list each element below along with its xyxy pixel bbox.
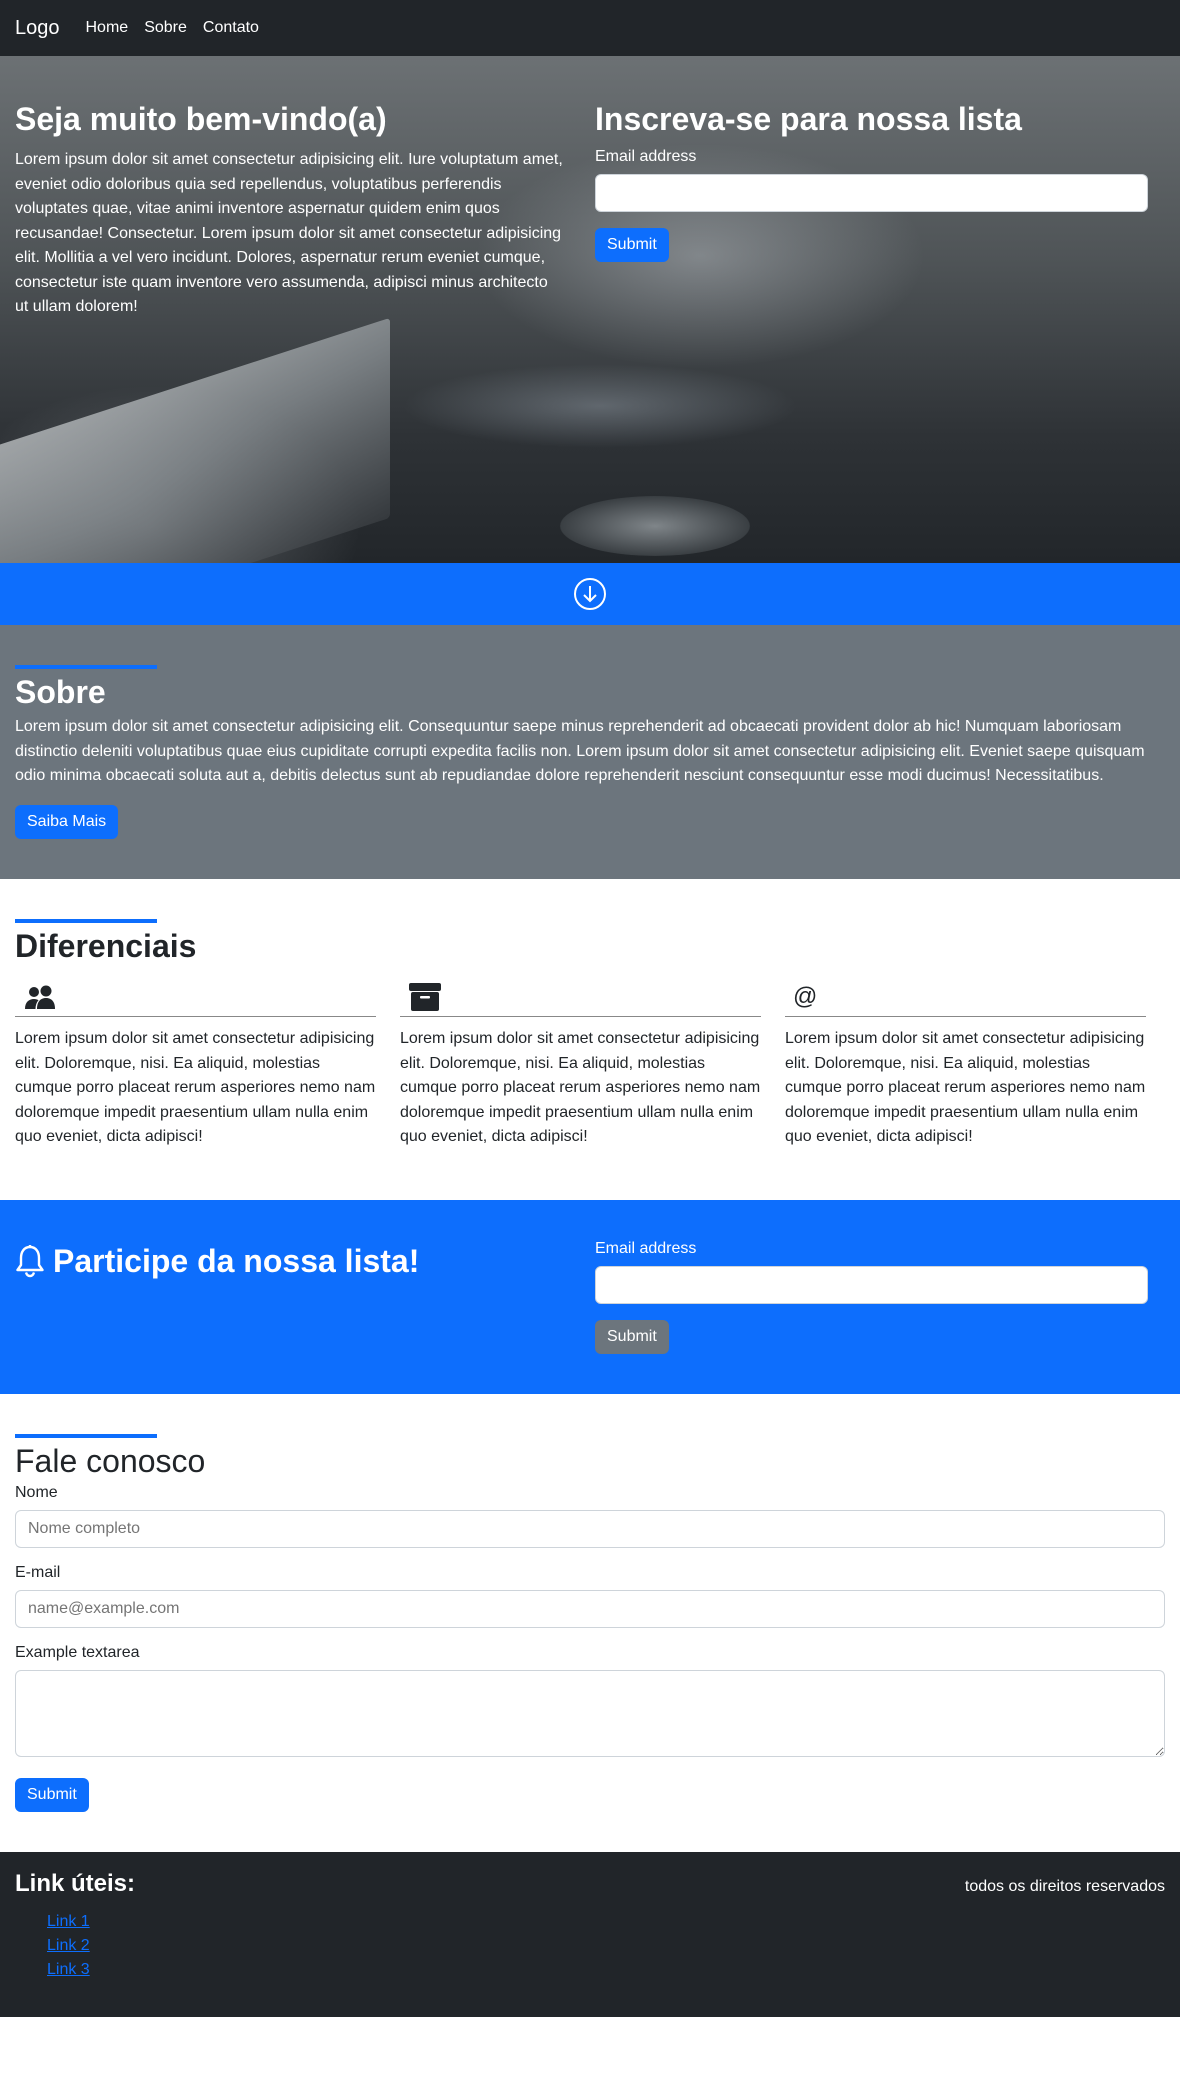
footer-link-1[interactable]: Link 1 (47, 1913, 90, 1930)
people-icon (25, 985, 55, 1009)
email-input[interactable] (15, 1590, 1165, 1629)
hero-text: Lorem ipsum dolor sit amet consectetur a… (15, 151, 563, 316)
hero-section: Seja muito bem-vindo(a) Lorem ipsum dolo… (0, 56, 1180, 563)
diferenciais-title: Diferenciais (15, 927, 197, 964)
hero-submit-button[interactable]: Submit (595, 228, 669, 263)
hero-background-cup (560, 496, 750, 556)
at-icon: @ (793, 982, 818, 1010)
footer-rights: todos os direitos reservados (964, 1878, 1165, 1896)
hero-background-laptop (0, 317, 390, 563)
section-accent-bar (15, 665, 157, 669)
archive-icon (409, 982, 441, 1011)
sobre-section: Sobre Lorem ipsum dolor sit amet consect… (0, 625, 1180, 879)
sobre-title: Sobre (15, 674, 106, 710)
diferenciais-section: Diferenciais Lorem ipsum dolor sit amet … (0, 879, 1180, 1200)
brand-logo[interactable]: Logo (15, 17, 60, 40)
hero-title: Seja muito bem-vindo(a) (15, 101, 387, 137)
textarea-label: Example textarea (15, 1644, 140, 1662)
diferencial-text: Lorem ipsum dolor sit amet consectetur a… (785, 1030, 1146, 1146)
diferencial-text: Lorem ipsum dolor sit amet consectetur a… (15, 1030, 376, 1146)
nav-link-sobre[interactable]: Sobre (144, 19, 187, 37)
footer: Link úteis: Link 1 Link 2 Link 3 todos o… (0, 1852, 1180, 2018)
diferencial-card: @ Lorem ipsum dolor sit amet consectetur… (785, 977, 1146, 1150)
navbar: Logo Home Sobre Contato (0, 0, 1180, 56)
footer-link-3[interactable]: Link 3 (47, 1961, 90, 1978)
newsletter-submit-button[interactable]: Submit (595, 1319, 669, 1354)
diferencial-card: Lorem ipsum dolor sit amet consectetur a… (400, 977, 761, 1150)
footer-links: Link 1 Link 2 Link 3 (15, 1910, 135, 1982)
footer-link-2[interactable]: Link 2 (47, 1937, 90, 1954)
nav-link-home[interactable]: Home (86, 19, 129, 37)
nome-input[interactable] (15, 1510, 1165, 1549)
diferencial-text: Lorem ipsum dolor sit amet consectetur a… (400, 1030, 761, 1146)
section-accent-bar (15, 1433, 157, 1438)
arrow-down-circle-icon[interactable] (573, 577, 607, 611)
contato-section: Fale conosco Nome E-mail Example textare… (0, 1394, 1180, 1852)
scroll-down-band (0, 563, 1180, 625)
diferencial-card: Lorem ipsum dolor sit amet consectetur a… (15, 977, 376, 1150)
message-textarea[interactable] (15, 1670, 1165, 1758)
nav-link-contato[interactable]: Contato (203, 19, 259, 37)
newsletter-section: Participe da nossa lista! Email address … (0, 1199, 1180, 1394)
hero-form-title: Inscreva-se para nossa lista (595, 101, 1022, 137)
footer-title: Link úteis: (15, 1870, 136, 1898)
hero-email-label: Email address (595, 148, 697, 166)
hero-email-input[interactable] (595, 174, 1148, 213)
nome-label: Nome (15, 1484, 58, 1502)
section-accent-bar (15, 918, 157, 923)
hero-subscribe-form: Inscreva-se para nossa lista Email addre… (595, 100, 1148, 320)
bell-icon (16, 1244, 44, 1278)
contato-title: Fale conosco (15, 1442, 206, 1479)
saiba-mais-button[interactable]: Saiba Mais (15, 804, 119, 839)
contato-submit-button[interactable]: Submit (15, 1778, 89, 1813)
sobre-text: Lorem ipsum dolor sit amet consectetur a… (15, 718, 1145, 785)
newsletter-title: Participe da nossa lista! (53, 1242, 420, 1279)
email-label: E-mail (15, 1564, 61, 1582)
newsletter-email-input[interactable] (595, 1265, 1148, 1304)
newsletter-email-label: Email address (595, 1239, 697, 1257)
